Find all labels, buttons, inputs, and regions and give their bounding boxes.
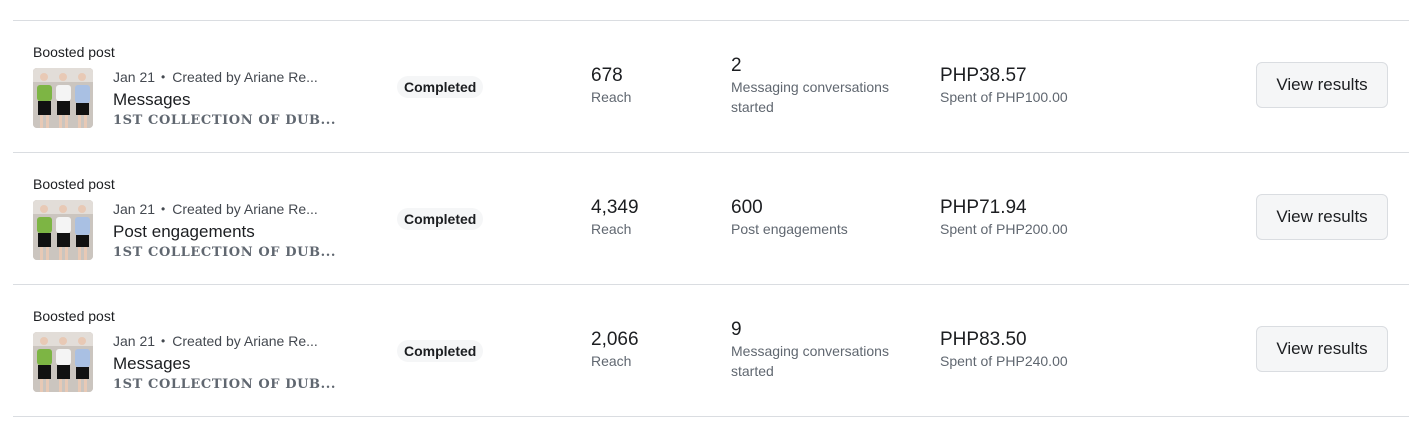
result-value: 600 [731,197,763,218]
boosted-post-row: Boosted post Jan 21 • Created by Ariane … [13,285,1409,417]
reach-value: 2,066 [591,329,639,350]
created-by: Created by Ariane Re... [172,333,318,349]
post-type-label: Boosted post [33,44,115,60]
boosted-post-row: Boosted post Jan 21 • Created by Ariane … [13,153,1409,285]
spent-label: Spent of PHP200.00 [940,221,1068,237]
spend-metric: PHP38.57 Spent of PHP100.00 [940,65,1068,107]
spent-value: PHP71.94 [940,197,1027,218]
post-goal: Messages [113,90,191,109]
reach-label: Reach [591,221,632,237]
meta-separator: • [161,202,166,216]
view-results-button[interactable]: View results [1256,62,1388,108]
post-type-label: Boosted post [33,176,115,192]
reach-label: Reach [591,353,632,369]
result-value: 9 [731,319,742,340]
post-text-preview: 1ST COLLECTION OF DUB... [113,113,336,128]
post-meta-line: Jan 21 • Created by Ariane Re... [113,332,338,350]
result-metric: 9 Messaging conversations started [731,319,911,381]
post-text-preview: 1ST COLLECTION OF DUB... [113,377,336,392]
result-metric: 600 Post engagements [731,197,911,239]
status-badge: Completed [397,208,484,230]
status-badge: Completed [397,76,484,98]
post-date: Jan 21 [113,201,156,217]
post-thumbnail [33,200,93,260]
reach-metric: 4,349 Reach [591,197,639,239]
post-meta: Jan 21 • Created by Ariane Re... Messages … [113,68,338,128]
boosted-post-row: Boosted post Jan 21 • Created by Ariane … [13,21,1409,153]
created-by: Created by Ariane Re... [172,69,318,85]
reach-metric: 2,066 Reach [591,329,639,371]
created-by: Created by Ariane Re... [172,201,318,217]
post-thumbnail [33,68,93,128]
post-date: Jan 21 [113,69,156,85]
post-meta: Jan 21 • Created by Ariane Re... Messages … [113,332,338,392]
view-results-button[interactable]: View results [1256,326,1388,372]
spend-metric: PHP71.94 Spent of PHP200.00 [940,197,1068,239]
post-goal: Messages [113,354,191,373]
reach-value: 4,349 [591,197,639,218]
spent-value: PHP38.57 [940,65,1027,86]
post-meta-line: Jan 21 • Created by Ariane Re... [113,68,338,86]
reach-value: 678 [591,65,623,86]
post-text-preview: 1ST COLLECTION OF DUB... [113,245,336,260]
status-badge: Completed [397,340,484,362]
spent-value: PHP83.50 [940,329,1027,350]
post-meta: Jan 21 • Created by Ariane Re... Post enga… [113,200,338,260]
result-value: 2 [731,55,742,76]
post-meta-line: Jan 21 • Created by Ariane Re... [113,200,338,218]
post-goal: Post engagements [113,222,255,241]
spent-label: Spent of PHP100.00 [940,89,1068,105]
meta-separator: • [161,334,166,348]
spend-metric: PHP83.50 Spent of PHP240.00 [940,329,1068,371]
post-date: Jan 21 [113,333,156,349]
meta-separator: • [161,70,166,84]
view-results-button[interactable]: View results [1256,194,1388,240]
result-label: Post engagements [731,221,848,237]
spent-label: Spent of PHP240.00 [940,353,1068,369]
result-label: Messaging conversations started [731,343,889,379]
result-label: Messaging conversations started [731,79,889,115]
reach-metric: 678 Reach [591,65,631,107]
boosted-posts-list: Boosted post Jan 21 • Created by Ariane … [13,20,1409,417]
post-type-label: Boosted post [33,308,115,324]
post-thumbnail [33,332,93,392]
reach-label: Reach [591,89,632,105]
result-metric: 2 Messaging conversations started [731,55,911,117]
